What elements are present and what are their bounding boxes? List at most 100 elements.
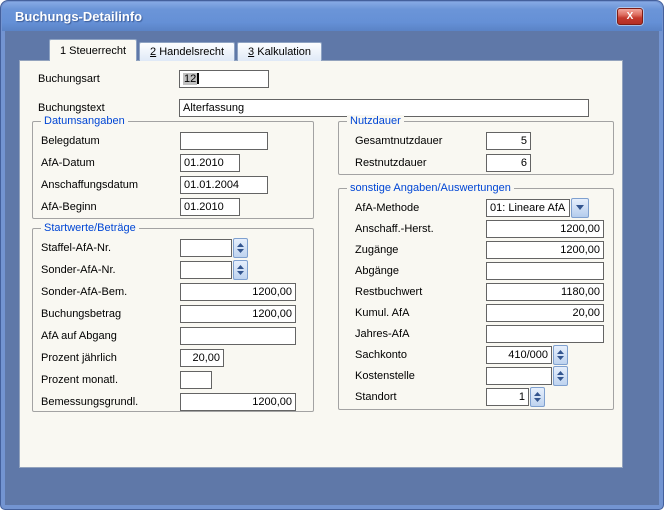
tab-label: Handelsrecht <box>156 46 224 58</box>
sachkonto-label: Sachkonto <box>355 349 486 361</box>
form-row: Prozent monatl. <box>33 369 313 391</box>
form-row: AfA-Methode <box>339 197 613 218</box>
afa-auf-abgang-input[interactable] <box>180 327 296 345</box>
kostenstelle-input[interactable] <box>486 367 552 385</box>
form-row: Anschaffungsdatum <box>33 174 313 196</box>
afa-methode-input[interactable] <box>486 199 570 217</box>
chevron-down-icon <box>576 205 584 210</box>
anschaff-herst-label: Anschaff.-Herst. <box>355 223 486 235</box>
form-row: Zugänge <box>339 239 613 260</box>
standort-spinner[interactable] <box>530 387 545 407</box>
abgaenge-input[interactable] <box>486 262 604 280</box>
zugaenge-input[interactable] <box>486 241 604 259</box>
buchungsart-label: Buchungsart <box>38 73 179 85</box>
tab-strip: 1 Steuerrecht 2 Handelsrecht 3 Kalkulati… <box>49 40 324 61</box>
sachkonto-input[interactable] <box>486 346 552 364</box>
anschaffungsdatum-label: Anschaffungsdatum <box>41 179 180 191</box>
group-sonstige: sonstige Angaben/Auswertungen AfA-Method… <box>338 188 614 410</box>
tab-page-steuerrecht: Buchungsart 12 Buchungstext Datumsangabe… <box>19 60 623 468</box>
title-bar[interactable]: Buchungs-Detailinfo <box>2 2 662 31</box>
abgaenge-label: Abgänge <box>355 265 486 277</box>
group-nutzdauer: Nutzdauer Gesamtnutzdauer Restnutzdauer <box>338 121 614 175</box>
form-row: Restnutzdauer <box>339 152 613 174</box>
form-row: Belegdatum <box>33 130 313 152</box>
tab-label: Kalkulation <box>254 46 311 58</box>
form-row: AfA-Datum <box>33 152 313 174</box>
afa-methode-label: AfA-Methode <box>355 202 486 214</box>
form-row: Restbuchwert <box>339 281 613 302</box>
form-row: Sonder-AfA-Nr. <box>33 259 313 281</box>
buchungsbetrag-input[interactable] <box>180 305 296 323</box>
bemessungsgrundl-input[interactable] <box>180 393 296 411</box>
close-icon: X <box>627 11 634 22</box>
form-row: Bemessungsgrundl. <box>33 391 313 413</box>
group-datumsangaben: Datumsangaben Belegdatum AfA-Datum Ansch… <box>32 121 314 219</box>
buchungsart-input[interactable]: 12 <box>179 70 269 88</box>
kumul-afa-input[interactable] <box>486 304 604 322</box>
sonder-afa-bem-input[interactable] <box>180 283 296 301</box>
spinner-icon <box>237 243 244 253</box>
sachkonto-spinner[interactable] <box>553 345 568 365</box>
form-row: Buchungsbetrag <box>33 303 313 325</box>
sonder-afa-nr-label: Sonder-AfA-Nr. <box>41 264 180 276</box>
afa-datum-input[interactable] <box>180 154 240 172</box>
restnutzdauer-input[interactable] <box>486 154 531 172</box>
buchungstext-label: Buchungstext <box>38 102 179 114</box>
form-row: AfA-Beginn <box>33 196 313 218</box>
group-title: sonstige Angaben/Auswertungen <box>347 182 514 194</box>
gesamtnutzdauer-label: Gesamtnutzdauer <box>355 135 486 147</box>
form-row: Staffel-AfA-Nr. <box>33 237 313 259</box>
window-title: Buchungs-Detailinfo <box>15 9 142 24</box>
afa-auf-abgang-label: AfA auf Abgang <box>41 330 180 342</box>
prozent-jaehrlich-label: Prozent jährlich <box>41 352 180 364</box>
prozent-jaehrlich-input[interactable] <box>180 349 224 367</box>
belegdatum-label: Belegdatum <box>41 135 180 147</box>
form-row: Sachkonto <box>339 344 613 365</box>
form-row: Jahres-AfA <box>339 323 613 344</box>
spinner-icon <box>557 371 564 381</box>
form-row: Sonder-AfA-Bem. <box>33 281 313 303</box>
prozent-monatl-input[interactable] <box>180 371 212 389</box>
jahres-afa-input[interactable] <box>486 325 604 343</box>
group-title: Datumsangaben <box>41 115 128 127</box>
jahres-afa-label: Jahres-AfA <box>355 328 486 340</box>
text-caret <box>197 73 199 84</box>
form-row: Kostenstelle <box>339 365 613 386</box>
spinner-icon <box>534 392 541 402</box>
standort-label: Standort <box>355 391 486 403</box>
tab-steuerrecht[interactable]: 1 Steuerrecht <box>49 39 137 61</box>
sonder-afa-nr-input[interactable] <box>180 261 232 279</box>
afa-beginn-input[interactable] <box>180 198 240 216</box>
afa-datum-label: AfA-Datum <box>41 157 180 169</box>
sonder-afa-bem-label: Sonder-AfA-Bem. <box>41 286 180 298</box>
staffel-afa-nr-input[interactable] <box>180 239 232 257</box>
standort-input[interactable] <box>486 388 529 406</box>
restbuchwert-label: Restbuchwert <box>355 286 486 298</box>
kostenstelle-label: Kostenstelle <box>355 370 486 382</box>
anschaffungsdatum-input[interactable] <box>180 176 268 194</box>
group-title: Startwerte/Beträge <box>41 222 139 234</box>
staffel-afa-nr-label: Staffel-AfA-Nr. <box>41 242 180 254</box>
belegdatum-input[interactable] <box>180 132 268 150</box>
restbuchwert-input[interactable] <box>486 283 604 301</box>
dialog-window: Buchungs-Detailinfo X 1 Steuerrecht 2 Ha… <box>0 0 664 510</box>
form-row: Buchungsart 12 <box>38 68 622 90</box>
form-row: Kumul. AfA <box>339 302 613 323</box>
anschaff-herst-input[interactable] <box>486 220 604 238</box>
group-startwerte: Startwerte/Beträge Staffel-AfA-Nr. Sonde… <box>32 228 314 412</box>
afa-methode-dropdown-button[interactable] <box>571 198 589 218</box>
restnutzdauer-label: Restnutzdauer <box>355 157 486 169</box>
sonder-afa-nr-spinner[interactable] <box>233 260 248 280</box>
form-row: Standort <box>339 386 613 407</box>
bemessungsgrundl-label: Bemessungsgrundl. <box>41 396 180 408</box>
gesamtnutzdauer-input[interactable] <box>486 132 531 150</box>
tab-handelsrecht[interactable]: 2 Handelsrecht <box>139 42 235 61</box>
spinner-icon <box>557 350 564 360</box>
staffel-afa-nr-spinner[interactable] <box>233 238 248 258</box>
selected-text: 12 <box>183 73 197 85</box>
kostenstelle-spinner[interactable] <box>553 366 568 386</box>
close-button[interactable]: X <box>617 8 643 25</box>
tab-kalkulation[interactable]: 3 Kalkulation <box>237 42 322 61</box>
afa-methode-combobox[interactable] <box>486 198 589 218</box>
group-title: Nutzdauer <box>347 115 404 127</box>
